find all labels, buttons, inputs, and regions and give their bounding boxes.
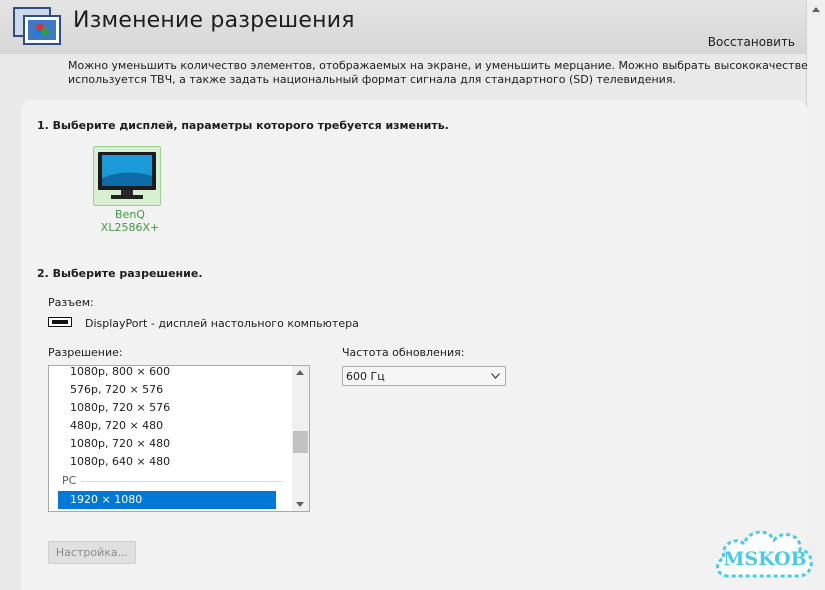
connector-value: DisplayPort - дисплей настольного компью… <box>85 317 359 330</box>
list-item[interactable]: 1080p, 720 × 576 <box>49 399 291 417</box>
refresh-rate-select[interactable]: 600 Гц <box>342 366 506 386</box>
display-settings-icon <box>13 7 61 45</box>
scroll-down-icon[interactable] <box>296 502 304 507</box>
description-line-2: используется ТВЧ, а также задать национа… <box>68 73 676 86</box>
watermark-text: MSKOB <box>723 548 806 570</box>
page-title: Изменение разрешения <box>73 8 355 33</box>
step1-title: 1. Выберите дисплей, параметры которого … <box>37 119 449 132</box>
list-item[interactable]: 1080p, 640 × 480 <box>49 453 291 471</box>
chevron-down-icon <box>491 373 500 379</box>
settings-panel: 1. Выберите дисплей, параметры которого … <box>21 100 807 590</box>
page-scrollbar[interactable] <box>806 0 825 590</box>
refresh-rate-value: 600 Гц <box>346 370 385 383</box>
resolution-label: Разрешение: <box>48 346 123 359</box>
resolution-listbox[interactable]: 1080p, 800 × 600 576p, 720 × 576 1080p, … <box>48 365 310 512</box>
scroll-up-icon[interactable] <box>812 7 820 12</box>
resolution-list: 1080p, 800 × 600 576p, 720 × 576 1080p, … <box>49 366 291 509</box>
scroll-up-icon[interactable] <box>296 370 304 375</box>
header-bar: Изменение разрешения Восстановить <box>0 0 825 54</box>
list-item[interactable]: 1080p, 720 × 480 <box>49 435 291 453</box>
displayport-icon <box>48 317 72 327</box>
list-item[interactable]: 1080p, 800 × 600 <box>49 366 291 381</box>
settings-button[interactable]: Настройка... <box>48 541 136 564</box>
list-item[interactable]: 480p, 720 × 480 <box>49 417 291 435</box>
page-description: Можно уменьшить количество элементов, от… <box>68 59 808 87</box>
display-tile[interactable] <box>93 146 161 206</box>
list-group-header: PC <box>49 471 291 491</box>
watermark-logo: MSKOB <box>710 520 820 584</box>
scroll-thumb[interactable] <box>293 431 308 453</box>
list-item-selected[interactable]: 1920 × 1080 <box>58 491 276 509</box>
display-name[interactable]: BenQ XL2586X+ <box>85 208 175 234</box>
step2-title: 2. Выберите разрешение. <box>37 267 203 280</box>
restore-link[interactable]: Восстановить <box>708 35 795 49</box>
list-item[interactable]: 576p, 720 × 576 <box>49 381 291 399</box>
monitor-icon <box>98 152 156 199</box>
refresh-rate-label: Частота обновления: <box>342 346 465 359</box>
cloud-logo-icon: MSKOB <box>716 530 813 578</box>
list-scrollbar[interactable] <box>292 366 309 511</box>
group-label: PC <box>62 474 77 487</box>
description-line-1: Можно уменьшить количество элементов, от… <box>68 59 808 72</box>
connector-label: Разъем: <box>48 296 94 309</box>
